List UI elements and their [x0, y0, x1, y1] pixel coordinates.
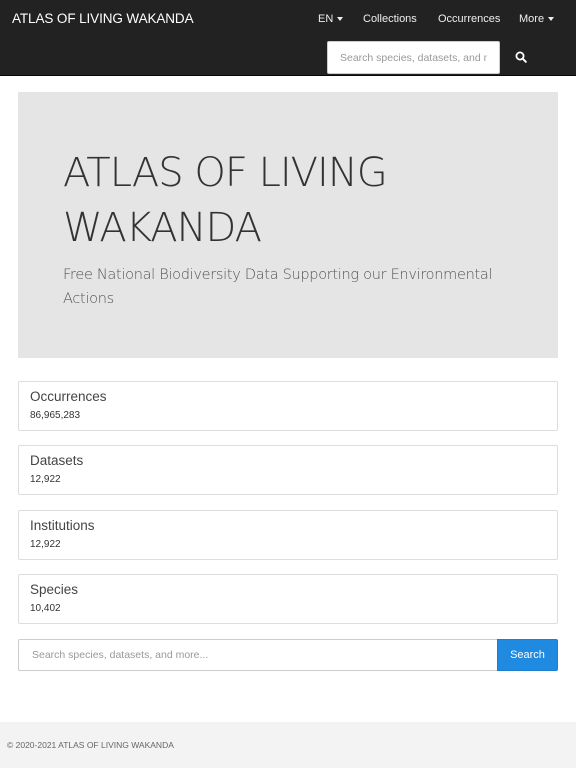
stat-card-species[interactable]: Species 10,402 — [18, 574, 558, 624]
caret-down-icon — [548, 17, 555, 22]
stat-value: 12,922 — [30, 474, 61, 485]
search-button[interactable]: Search — [497, 639, 558, 671]
hero-subtitle: Free National Biodiversity Data Supporti… — [63, 267, 493, 307]
nav-link-occurrences[interactable]: Occurrences — [438, 12, 500, 26]
stat-value: 10,402 — [30, 603, 61, 614]
stat-label: Species — [30, 582, 79, 597]
stat-value: 86,965,283 — [30, 410, 81, 421]
stat-value: 12,922 — [30, 539, 61, 550]
stat-card-institutions[interactable]: Institutions 12,922 — [18, 510, 558, 560]
caret-down-icon — [337, 17, 344, 22]
stat-card-occurrences[interactable]: Occurrences 86,965,283 — [18, 381, 558, 431]
stat-label: Institutions — [30, 518, 95, 533]
copyright-text: © 2020-2021 ATLAS OF LIVING WAKANDA — [7, 740, 174, 750]
footer: © 2020-2021 ATLAS OF LIVING WAKANDA — [0, 722, 576, 768]
hero-title: ATLAS OF LIVING WAKANDA — [63, 150, 388, 251]
language-dropdown[interactable]: EN — [318, 12, 344, 26]
search-icon — [515, 51, 527, 63]
navbar-search-button[interactable] — [505, 43, 537, 71]
brand-logo-text[interactable]: ATLAS OF LIVING WAKANDA — [12, 11, 194, 27]
hero-banner: ATLAS OF LIVING WAKANDA Free National Bi… — [18, 92, 558, 358]
navbar-search-input[interactable] — [327, 41, 500, 74]
language-label: EN — [318, 13, 334, 25]
main-search-input[interactable] — [18, 639, 497, 671]
more-dropdown[interactable]: More — [519, 12, 555, 26]
more-label: More — [519, 13, 545, 25]
stat-card-datasets[interactable]: Datasets 12,922 — [18, 445, 558, 495]
top-navbar: ATLAS OF LIVING WAKANDA EN Collections O… — [0, 0, 576, 76]
stat-label: Occurrences — [30, 389, 107, 404]
stat-label: Datasets — [30, 453, 84, 468]
nav-link-collections[interactable]: Collections — [363, 12, 417, 26]
